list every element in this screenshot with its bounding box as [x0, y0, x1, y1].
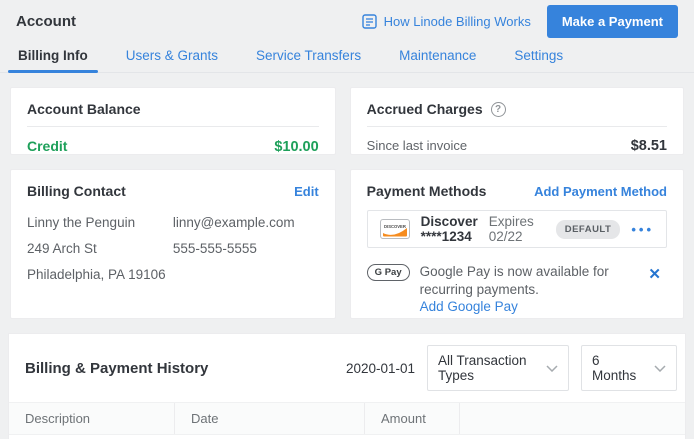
- transaction-type-select[interactable]: All Transaction Types: [427, 345, 569, 391]
- card-number: Discover ****1234: [421, 214, 478, 244]
- account-balance-card: Account Balance Credit $10.00: [10, 87, 336, 155]
- payment-methods-card: Payment Methods Add Payment Method DISCO…: [350, 169, 684, 319]
- balance-label: Credit: [27, 138, 67, 154]
- history-table-header: Description Date Amount: [9, 402, 685, 435]
- payment-method-row: DISCOVER Discover ****1234 Expires 02/22…: [367, 210, 667, 248]
- billing-docs-link[interactable]: How Linode Billing Works: [362, 14, 531, 29]
- default-badge: DEFAULT: [556, 220, 621, 239]
- time-range-value: 6 Months: [592, 353, 644, 383]
- accrued-charges-label: Since last invoice: [367, 138, 467, 153]
- accrued-charges-amount: $8.51: [631, 138, 667, 154]
- tab-service-transfers[interactable]: Service Transfers: [254, 42, 363, 72]
- tab-settings[interactable]: Settings: [512, 42, 565, 72]
- contact-name: Linny the Penguin: [27, 215, 173, 230]
- page-header: Account How Linode Billing Works Make a …: [0, 0, 694, 42]
- page-title: Account: [16, 13, 76, 30]
- table-row: Invoice #000123456 2021-07-01 04:16 $10.…: [9, 435, 685, 439]
- add-payment-method-link[interactable]: Add Payment Method: [534, 184, 667, 199]
- card-divider: [367, 126, 667, 127]
- summary-cards: Account Balance Credit $10.00 Accrued Ch…: [0, 73, 694, 319]
- account-balance-title: Account Balance: [27, 101, 141, 117]
- chevron-down-icon: [546, 365, 558, 372]
- transaction-type-value: All Transaction Types: [438, 353, 536, 383]
- make-payment-button[interactable]: Make a Payment: [547, 5, 678, 38]
- tab-users-grants[interactable]: Users & Grants: [124, 42, 220, 72]
- accrued-charges-title: Accrued Charges: [367, 101, 483, 117]
- discover-card-icon: DISCOVER: [380, 219, 410, 239]
- column-header-date[interactable]: Date: [174, 403, 364, 434]
- contact-phone: 555-555-5555: [173, 241, 319, 256]
- billing-history-panel: Billing & Payment History 2020-01-01 All…: [8, 333, 686, 439]
- account-tabs: Billing Info Users & Grants Service Tran…: [0, 42, 694, 73]
- history-date-filter[interactable]: 2020-01-01: [346, 361, 415, 376]
- invoice-date: 2021-07-01 04:16: [174, 435, 364, 439]
- tab-billing-info[interactable]: Billing Info: [16, 42, 90, 72]
- time-range-select[interactable]: 6 Months: [581, 345, 677, 391]
- close-icon[interactable]: ✕: [642, 263, 667, 285]
- column-header-description[interactable]: Description: [9, 403, 174, 434]
- billing-contact-card: Billing Contact Edit Linny the Penguin 2…: [10, 169, 336, 319]
- card-divider: [27, 126, 319, 127]
- accrued-charges-card: Accrued Charges ? Since last invoice $8.…: [350, 87, 684, 155]
- svg-text:DISCOVER: DISCOVER: [384, 224, 406, 229]
- contact-address-line1: 249 Arch St: [27, 241, 173, 256]
- contact-address-line2: Philadelphia, PA 19106: [27, 267, 173, 282]
- payment-method-actions-menu[interactable]: •••: [631, 222, 654, 237]
- card-expiry: Expires 02/22: [489, 214, 534, 244]
- billing-history-title: Billing & Payment History: [17, 360, 208, 377]
- payment-methods-title: Payment Methods: [367, 183, 487, 199]
- google-pay-message: Google Pay is now available for recurrin…: [420, 263, 633, 299]
- topbar-actions: How Linode Billing Works Make a Payment: [362, 5, 678, 38]
- column-header-actions: [459, 403, 685, 434]
- history-filters: 2020-01-01 All Transaction Types 6 Month…: [346, 345, 677, 391]
- document-icon: [362, 14, 377, 29]
- add-google-pay-link[interactable]: Add Google Pay: [420, 299, 518, 314]
- column-header-amount[interactable]: Amount: [364, 403, 459, 434]
- contact-address-column: Linny the Penguin 249 Arch St Philadelph…: [27, 215, 173, 282]
- billing-contact-title: Billing Contact: [27, 183, 126, 199]
- invoice-amount: $10.00: [364, 435, 459, 439]
- contact-email: linny@example.com: [173, 215, 319, 230]
- balance-amount: $10.00: [274, 139, 318, 155]
- billing-docs-link-label: How Linode Billing Works: [384, 14, 531, 29]
- google-pay-icon: G Pay: [367, 264, 410, 281]
- edit-contact-link[interactable]: Edit: [294, 184, 319, 199]
- help-icon[interactable]: ?: [491, 102, 506, 117]
- google-pay-notice: G Pay Google Pay is now available for re…: [367, 263, 667, 314]
- contact-details-column: linny@example.com 555-555-5555: [173, 215, 319, 282]
- tab-maintenance[interactable]: Maintenance: [397, 42, 478, 72]
- chevron-down-icon: [654, 365, 666, 372]
